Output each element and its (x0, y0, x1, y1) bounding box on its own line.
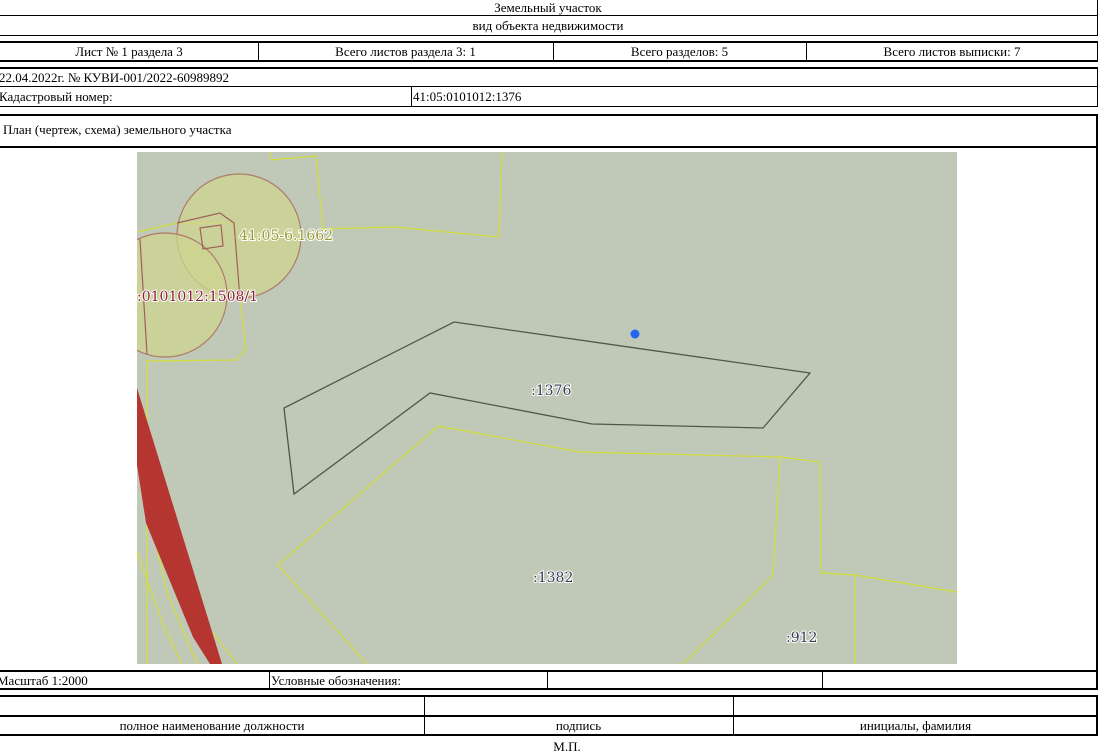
total-sections: Всего разделов: 5 (630, 44, 729, 59)
parcel-label-1376: :1376 (531, 383, 571, 399)
plan-title: План (чертеж, схема) земельного участка (3, 122, 232, 137)
sheet-number: Лист № 1 раздела 3 (75, 44, 183, 59)
position-caption: полное наименование должности (119, 718, 305, 733)
object-type-caption: вид объекта недвижимости (472, 18, 624, 33)
section-sheets: Всего листов раздела 3: 1 (335, 44, 476, 59)
parcel-label-1382: :1382 (533, 570, 573, 586)
zone-label: 41:05-6.1662 (239, 228, 333, 244)
legend-label: Условные обозначения: (271, 673, 402, 688)
document-reference: 22.04.2022г. № КУВИ-001/2022-60989892 (0, 70, 229, 85)
location-marker (630, 329, 640, 339)
signature-caption: подпись (555, 718, 602, 733)
cadastral-map: 41:05-6.1662 :0101012:1508/1 :1376 :1382… (137, 152, 957, 664)
scale-row (0, 671, 1098, 690)
total-sheets: Всего листов выписки: 7 (883, 44, 1021, 59)
map-scale: Масштаб 1:2000 (0, 673, 88, 688)
neighbor-label: :0101012:1508/1 (137, 289, 258, 305)
name-caption: инициалы, фамилия (859, 718, 972, 733)
cadastral-number: 41:05:0101012:1376 (413, 89, 522, 104)
cadastral-row (0, 86, 1098, 107)
cadastral-label: Кадастровый номер: (0, 89, 113, 104)
object-title: Земельный участок (494, 0, 602, 15)
stamp-placeholder: М.П. (553, 739, 581, 754)
parcel-label-912: :912 (786, 630, 817, 646)
